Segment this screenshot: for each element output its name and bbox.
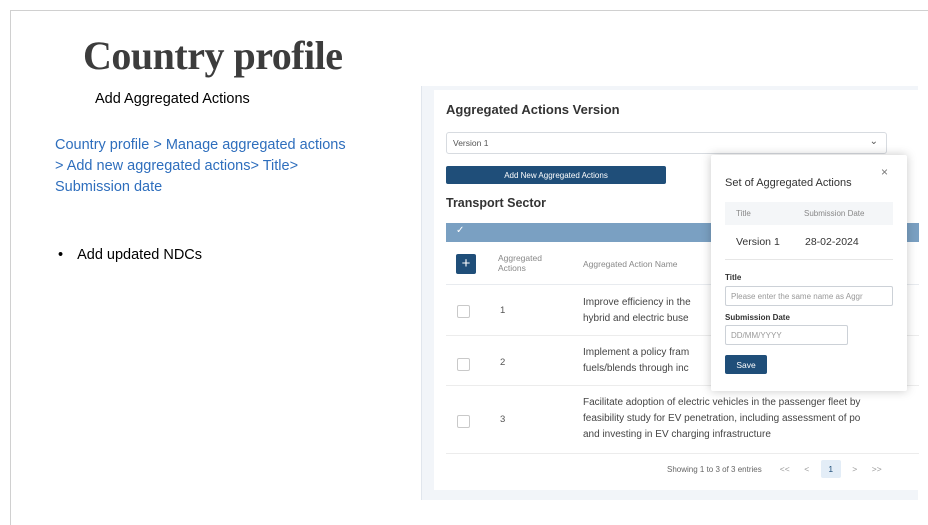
column-header-aggregated-actions: Aggregated Actions <box>498 253 542 273</box>
pagination: Showing 1 to 3 of 3 entries << < 1 > >> <box>667 459 888 479</box>
version-select[interactable]: Version 1 ⌄ <box>446 132 887 154</box>
pagination-info: Showing 1 to 3 of 3 entries <box>667 464 762 474</box>
modal-row-date: 28-02-2024 <box>805 236 859 248</box>
row-checkbox[interactable] <box>457 415 470 428</box>
table-row: 3 Facilitate adoption of electric vehicl… <box>446 386 919 454</box>
modal-table-row: Version 1 28-02-2024 <box>725 225 893 260</box>
close-icon[interactable]: × <box>881 165 888 179</box>
row-action-line: Facilitate adoption of electric vehicles… <box>583 397 861 408</box>
add-new-aggregated-actions-button[interactable]: Add New Aggregated Actions <box>446 166 666 184</box>
modal-row-title: Version 1 <box>736 236 780 248</box>
sector-title: Transport Sector <box>446 196 547 210</box>
pagination-prev-button[interactable]: < <box>796 464 818 474</box>
column-header-action-name: Aggregated Action Name <box>583 259 678 269</box>
modal-versions-table: Title Submission Date Version 1 28-02-20… <box>725 202 893 260</box>
modal-table-header: Title Submission Date <box>725 202 893 225</box>
slide-title: Country profile <box>83 33 343 78</box>
row-action-line: and investing in EV charging infrastruct… <box>583 429 771 440</box>
set-of-aggregated-actions-modal: × Set of Aggregated Actions Title Submis… <box>711 155 907 391</box>
row-checkbox[interactable] <box>457 305 470 318</box>
version-select-value: Version 1 <box>453 138 489 148</box>
submission-date-label: Submission Date <box>725 313 790 322</box>
slide-subtitle: Add Aggregated Actions <box>95 91 250 107</box>
slide-breadcrumb: Country profile > Manage aggregated acti… <box>55 137 346 195</box>
pagination-page-1[interactable]: 1 <box>820 460 841 478</box>
save-button[interactable]: Save <box>725 355 767 374</box>
pagination-first-button[interactable]: << <box>774 464 796 474</box>
pagination-next-button[interactable]: > <box>844 464 866 474</box>
bullet-dot-icon: • <box>58 247 64 263</box>
row-number: 3 <box>500 414 506 425</box>
title-input[interactable]: Please enter the same name as Aggr <box>725 286 893 306</box>
row-number: 2 <box>500 357 506 368</box>
modal-column-submission-date: Submission Date <box>804 209 865 218</box>
slide-bullet-item: • Add updated NDCs <box>58 247 202 263</box>
card-title: Aggregated Actions Version <box>446 102 620 117</box>
modal-column-title: Title <box>736 209 751 218</box>
check-icon: ✓ <box>456 225 465 236</box>
row-action-name: Facilitate adoption of electric vehicles… <box>583 395 923 443</box>
bullet-text: Add updated NDCs <box>77 247 203 263</box>
submission-date-input[interactable]: DD/MM/YYYY <box>725 325 848 345</box>
title-field-label: Title <box>725 273 742 282</box>
row-action-line: feasibility study for EV penetration, in… <box>583 413 861 424</box>
modal-title: Set of Aggregated Actions <box>725 177 852 189</box>
plus-icon[interactable]: + <box>456 254 476 274</box>
row-checkbox[interactable] <box>457 358 470 371</box>
chevron-down-icon: ⌄ <box>869 136 878 147</box>
pagination-last-button[interactable]: >> <box>866 464 888 474</box>
row-number: 1 <box>500 305 506 316</box>
